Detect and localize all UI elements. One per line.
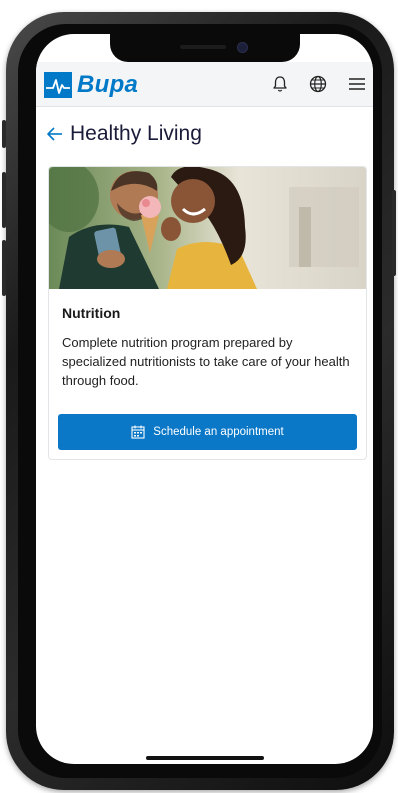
status-icons: [308, 42, 347, 52]
status-time: 4:1: [82, 43, 100, 57]
page-title-row: Healthy Living: [46, 122, 202, 146]
bupa-logo[interactable]: Bupa: [44, 71, 138, 99]
globe-icon[interactable]: [308, 74, 328, 94]
card-description: Complete nutrition program prepared by s…: [62, 335, 350, 388]
power-button: [392, 190, 396, 276]
bell-icon[interactable]: [270, 74, 290, 94]
wifi-icon: [308, 42, 322, 52]
schedule-button-label: Schedule an appointment: [153, 426, 284, 438]
schedule-appointment-button[interactable]: Schedule an appointment: [58, 414, 357, 450]
volume-up-button: [2, 172, 6, 228]
camera-notch: [110, 34, 300, 62]
front-camera: [237, 42, 248, 53]
volume-down-button: [2, 240, 6, 296]
home-indicator[interactable]: [146, 756, 264, 760]
brand-name: Bupa: [77, 71, 139, 98]
nutrition-image: [49, 167, 366, 289]
card-title: Nutrition: [62, 305, 121, 321]
battery-icon: [327, 42, 346, 52]
nutrition-card: Nutrition Complete nutrition program pre…: [48, 166, 367, 460]
page-title: Healthy Living: [70, 122, 202, 145]
menu-icon[interactable]: [347, 74, 367, 94]
calendar-icon: [131, 425, 145, 439]
heartbeat-logo-icon: [44, 72, 72, 98]
app-header: Bupa: [36, 62, 373, 107]
phone-screen: 4:1 Bupa Healthy Living Nutrition Comple…: [36, 34, 373, 764]
mute-switch: [2, 120, 6, 148]
earpiece-speaker: [180, 45, 226, 49]
arrow-left-icon[interactable]: [46, 125, 64, 143]
